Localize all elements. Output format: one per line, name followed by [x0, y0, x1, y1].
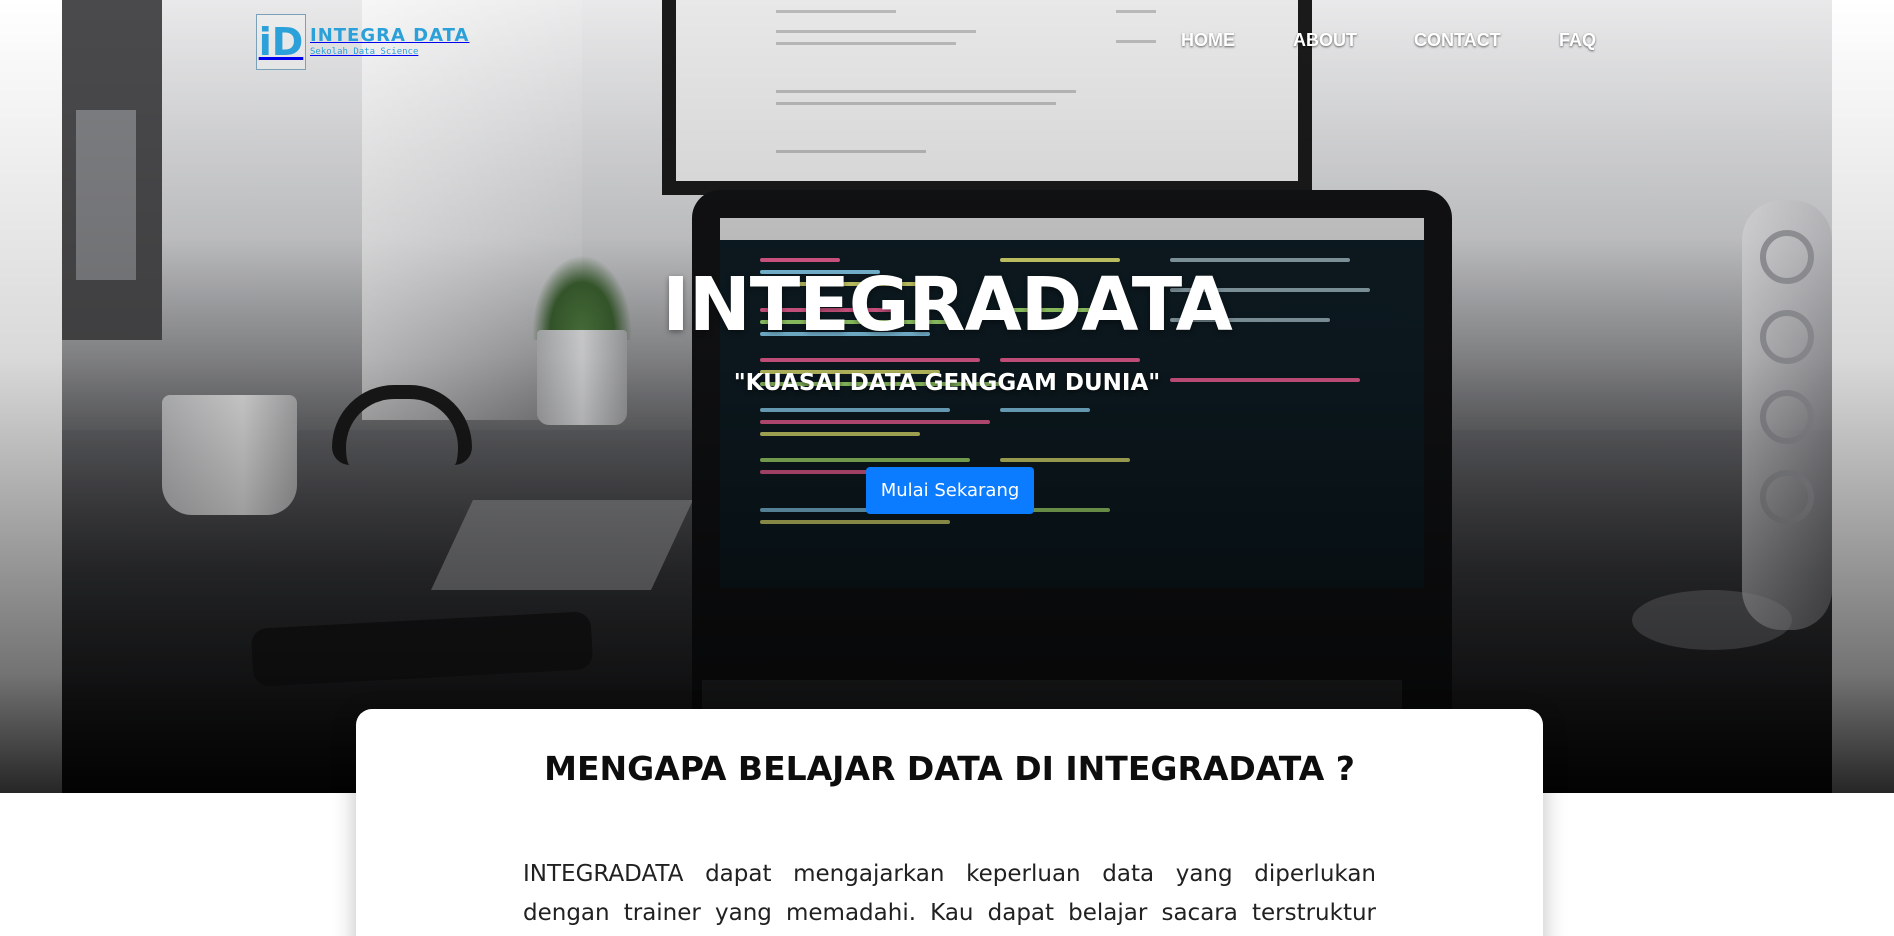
- hero-background: [0, 0, 1894, 793]
- nav-contact[interactable]: CONTACT: [1414, 30, 1501, 51]
- start-now-button[interactable]: Mulai Sekarang: [866, 467, 1034, 514]
- hero-tagline: "KUASAI DATA GENGGAM DUNIA": [733, 370, 1161, 396]
- why-card: MENGAPA BELAJAR DATA DI INTEGRADATA ? IN…: [356, 709, 1543, 936]
- main-nav: HOME ABOUT CONTACT FAQ: [0, 30, 1894, 54]
- why-body: INTEGRADATA dapat mengajarkan keperluan …: [523, 861, 1376, 926]
- why-title: MENGAPA BELAJAR DATA DI INTEGRADATA ?: [544, 749, 1355, 788]
- nav-home[interactable]: HOME: [1181, 30, 1235, 51]
- hero-title: INTEGRADATA: [662, 262, 1232, 348]
- nav-faq[interactable]: FAQ: [1559, 30, 1596, 51]
- hero-overlay: [0, 0, 1894, 793]
- navbar: iD INTEGRA DATA Sekolah Data Science HOM…: [0, 0, 1894, 84]
- nav-about[interactable]: ABOUT: [1293, 30, 1357, 51]
